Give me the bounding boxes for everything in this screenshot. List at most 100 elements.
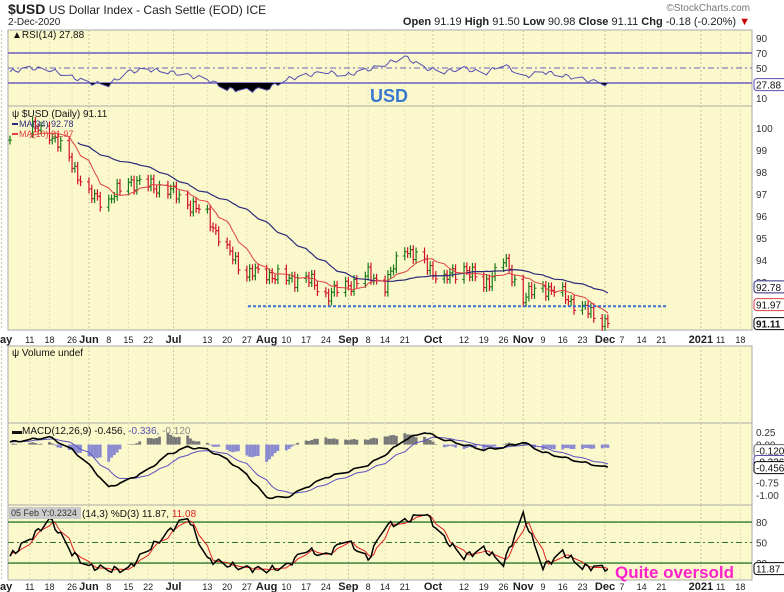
macd-histogram-bar [394,435,398,445]
macd-histogram-bar [313,438,316,445]
macd-histogram-bar [431,441,435,445]
x-tick-label: 20 [222,335,232,345]
y-tick-label: 97 [756,190,768,201]
y-tick-label: 95 [756,234,768,245]
x-tick-label: 8 [106,335,111,345]
macd-histogram-bar [135,443,139,445]
macd-histogram-bar [276,444,280,451]
x-tick-label: Oct [424,334,443,346]
macd-histogram-bar [504,443,508,445]
x-tick-label: 10 [281,335,291,345]
y-tick-label: 50 [756,539,768,550]
panel-volume [7,345,753,424]
macd-histogram-bar [434,444,438,445]
macd-histogram-bar [225,444,229,450]
macd-histogram-bar [592,444,596,449]
x-tick-label: Aug [256,334,277,346]
macd-histogram-bar [284,444,288,451]
macd-histogram-bar [253,444,257,457]
macd-histogram-bar [550,444,553,450]
macd-histogram-bar [369,438,373,445]
macd-histogram-bar [268,444,271,460]
last-value-label: 11.87 [756,565,781,576]
x-tick-label: 18 [735,335,745,345]
x-tick-label: 8 [366,582,371,592]
macd-histogram-bar [237,444,240,452]
x-tick-label: 19 [479,582,489,592]
ma-legend: MA(10) 91.97 [19,129,74,139]
last-value-label: 91.97 [756,301,781,312]
macd-histogram-bar [589,444,593,449]
macd-histogram-bar [564,444,567,449]
x-tick-label: 18 [44,335,54,345]
y-tick-label: 98 [756,168,768,179]
x-tick-label: 9 [540,335,545,345]
macd-histogram-bar [231,444,235,453]
x-tick-label: Oct [424,581,443,592]
macd-histogram-bar [31,442,34,445]
macd-histogram-bar [445,444,449,447]
usd-annotation: USD [370,86,408,106]
macd-histogram-bar [76,444,80,454]
macd-histogram-bar [600,444,604,449]
macd-histogram-bar [177,436,181,445]
x-tick-label: 11 [25,582,34,592]
macd-histogram-bar [335,439,339,445]
macd-legend: ▬MACD(12,26,9) -0.456, -0.336, -0.120 [12,426,191,437]
macd-histogram-bar [197,441,201,445]
x-tick-label: 21 [656,335,666,345]
macd-histogram-bar [251,444,254,458]
y-tick-label: 94 [756,256,768,267]
macd-histogram-bar [265,444,269,462]
macd-histogram-bar [146,437,150,445]
macd-histogram-bar [158,436,161,445]
y-tick-label: 0.25 [756,428,776,439]
macd-histogram-bar [33,442,37,445]
stoch-d-value: 11.08 [169,509,196,520]
x-tick-label: 26 [498,582,508,592]
macd-histogram-bar [11,443,15,445]
macd-histogram-bar [383,436,387,445]
x-tick-label: 11 [716,582,725,592]
macd-histogram-bar [327,438,331,445]
macd-histogram-bar [138,441,142,445]
macd-histogram-bar [372,437,376,445]
panel-price [7,105,753,331]
macd-histogram-bar [352,439,356,445]
macd-histogram-bar [214,444,218,447]
macd-histogram-bar [363,439,367,445]
macd-histogram-bar [454,444,457,448]
x-tick-label: 2021 [689,581,713,592]
x-tick-label: 21 [400,582,410,592]
x-tick-label: Sep [338,334,358,346]
macd-histogram-bar [304,440,308,445]
macd-signal-value: -0.336, [125,426,159,437]
macd-histogram-bar [493,444,497,447]
macd-histogram-bar [586,444,590,449]
macd-histogram-bar [56,444,60,448]
macd-histogram-bar [569,444,573,450]
x-tick-label: 26 [67,335,77,345]
x-tick-label: 2021 [689,334,713,346]
x-tick-label: 12 [459,335,469,345]
x-tick-label: 16 [558,335,568,345]
y-tick-label: 80 [756,518,768,529]
macd-histogram-bar [389,435,393,445]
macd-histogram-bar [375,438,378,445]
x-tick-label: 24 [321,335,331,345]
macd-histogram-bar [344,439,347,445]
x-tick-label: 10 [281,582,291,592]
x-tick-label: 26 [498,335,508,345]
macd-histogram-bar [411,435,415,445]
chart-canvas[interactable]: MayMay111118182626JunJun8815152222JulJul… [0,0,784,592]
x-tick-label: 7 [619,335,624,345]
macd-histogram-bar [191,440,195,445]
macd-histogram-bar [603,444,607,448]
x-tick-label: 23 [577,335,587,345]
macd-histogram-bar [53,444,57,446]
macd-histogram-bar [287,444,291,449]
macd-histogram-bar [132,444,136,445]
macd-histogram-bar [245,444,249,456]
macd-histogram-bar [296,442,300,445]
x-tick-label: Dec [595,581,615,592]
